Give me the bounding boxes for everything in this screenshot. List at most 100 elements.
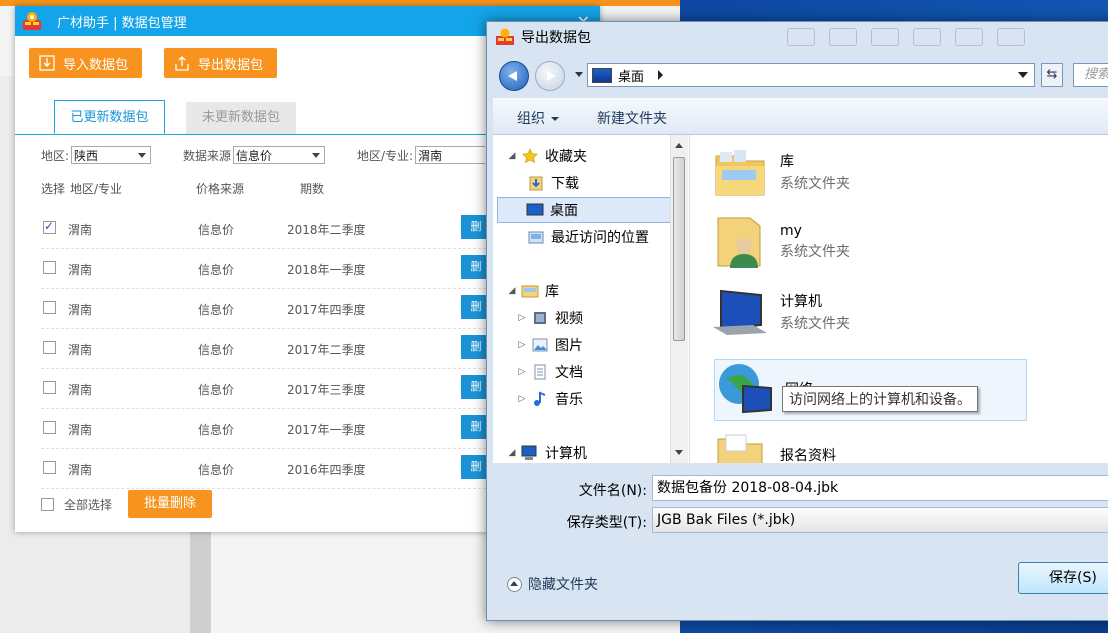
batch-delete-button[interactable]: 批量删除 bbox=[128, 490, 213, 518]
table-row[interactable]: 渭南 信息价 2016年四季度删 bbox=[41, 448, 491, 489]
scroll-thumb[interactable] bbox=[673, 157, 685, 341]
row-area: 渭南 bbox=[68, 263, 93, 277]
nav-videos-label: 视频 bbox=[555, 311, 583, 327]
header-period: 期数 bbox=[300, 182, 325, 196]
row-area: 渭南 bbox=[68, 303, 93, 317]
row-period: 2016年四季度 bbox=[287, 463, 366, 477]
header-source: 价格来源 bbox=[196, 182, 245, 196]
filename-input[interactable]: 数据包备份 2018-08-04.jbk bbox=[652, 475, 1108, 501]
table-row[interactable]: 渭南 信息价 2017年一季度删 bbox=[41, 408, 491, 449]
row-source: 信息价 bbox=[198, 423, 235, 437]
expand-icon[interactable]: ◢ bbox=[507, 448, 517, 458]
row-checkbox[interactable] bbox=[43, 341, 56, 354]
navigation-scrollbar[interactable] bbox=[670, 135, 688, 463]
source-select-value: 信息价 bbox=[236, 149, 273, 163]
table-row[interactable]: 渭南 信息价 2018年一季度删 bbox=[41, 248, 491, 289]
row-source: 信息价 bbox=[198, 463, 235, 477]
row-area: 渭南 bbox=[68, 223, 93, 237]
file-item-library[interactable]: 库 系统文件夹 bbox=[710, 141, 1022, 203]
file-name: 计算机 bbox=[780, 294, 822, 310]
nav-libraries[interactable]: ◢ 库 bbox=[507, 280, 559, 302]
nav-documents[interactable]: ▷ 文档 bbox=[517, 361, 583, 383]
row-checkbox[interactable] bbox=[43, 421, 56, 434]
file-type: 系统文件夹 bbox=[780, 176, 850, 192]
nav-videos[interactable]: ▷ 视频 bbox=[517, 307, 583, 329]
organize-label: 组织 bbox=[517, 111, 545, 127]
document-icon bbox=[531, 364, 549, 380]
import-package-label: 导入数据包 bbox=[63, 57, 129, 73]
row-area: 渭南 bbox=[68, 463, 93, 477]
network-tooltip: 访问网络上的计算机和设备。 bbox=[782, 386, 978, 412]
file-item-computer[interactable]: 计算机 系统文件夹 bbox=[710, 281, 1022, 343]
file-item-text: 计算机 系统文件夹 bbox=[780, 291, 850, 333]
source-select[interactable]: 信息价 bbox=[233, 146, 326, 164]
chevron-down-icon[interactable] bbox=[1018, 72, 1028, 78]
expand-icon[interactable]: ▷ bbox=[517, 313, 527, 323]
nav-recent[interactable]: 最近访问的位置 bbox=[527, 226, 649, 248]
file-item-user[interactable]: my 系统文件夹 bbox=[710, 211, 1022, 273]
command-bar: 组织 新建文件夹 bbox=[493, 98, 1108, 135]
refresh-button[interactable]: ⇆ bbox=[1041, 63, 1063, 87]
downloads-icon bbox=[527, 175, 545, 191]
forward-button[interactable] bbox=[535, 61, 565, 91]
row-period: 2017年二季度 bbox=[287, 343, 366, 357]
organize-button[interactable]: 组织 bbox=[517, 108, 559, 128]
nav-pictures[interactable]: ▷ 图片 bbox=[517, 334, 583, 356]
library-icon bbox=[521, 283, 539, 299]
save-button[interactable]: 保存(S) bbox=[1018, 562, 1108, 594]
tab-updated-packages[interactable]: 已更新数据包 bbox=[54, 100, 165, 134]
nav-favorites-label: 收藏夹 bbox=[545, 149, 587, 165]
filetype-select[interactable]: JGB Bak Files (*.jbk) bbox=[652, 507, 1108, 533]
table-row[interactable]: 渭南 信息价 2017年二季度删 bbox=[41, 328, 491, 369]
address-bar[interactable]: 桌面 bbox=[587, 63, 1035, 87]
new-folder-button[interactable]: 新建文件夹 bbox=[597, 108, 667, 128]
row-checkbox[interactable] bbox=[43, 461, 56, 474]
chevron-down-icon bbox=[138, 153, 147, 158]
expand-icon[interactable]: ◢ bbox=[507, 286, 517, 296]
header-area: 地区/专业 bbox=[70, 182, 123, 196]
expand-icon[interactable]: ▷ bbox=[517, 394, 527, 404]
recent-pages-dropdown[interactable] bbox=[575, 72, 583, 77]
nav-downloads[interactable]: 下载 bbox=[527, 172, 579, 194]
import-package-button[interactable]: 导入数据包 bbox=[29, 48, 143, 78]
export-package-button[interactable]: 导出数据包 bbox=[164, 48, 278, 78]
region-select[interactable]: 陕西 bbox=[71, 146, 152, 164]
expand-icon[interactable]: ▷ bbox=[517, 340, 527, 350]
export-package-label: 导出数据包 bbox=[198, 57, 264, 73]
chevron-down-icon bbox=[551, 117, 559, 121]
table-row[interactable]: 渭南 信息价 2017年三季度删 bbox=[41, 368, 491, 409]
library-folder-icon bbox=[710, 144, 770, 200]
row-checkbox[interactable] bbox=[43, 381, 56, 394]
scroll-down-icon[interactable] bbox=[675, 450, 683, 455]
table-row[interactable]: 渭南信息价2018年二季度删 bbox=[41, 208, 491, 249]
area-select[interactable]: 渭南 bbox=[415, 146, 486, 164]
table-row[interactable]: 渭南 信息价 2017年四季度删 bbox=[41, 288, 491, 329]
hide-folders-toggle[interactable]: 隐藏文件夹 bbox=[507, 574, 598, 594]
row-checkbox[interactable] bbox=[43, 301, 56, 314]
row-checkbox[interactable] bbox=[43, 219, 56, 234]
row-checkbox[interactable] bbox=[43, 261, 56, 274]
back-button[interactable] bbox=[499, 61, 529, 91]
expand-icon[interactable]: ▷ bbox=[517, 367, 527, 377]
nav-computer[interactable]: ◢ 计算机 bbox=[507, 442, 587, 463]
region-select-value: 陕西 bbox=[74, 149, 99, 163]
select-all-checkbox[interactable] bbox=[41, 497, 54, 511]
area-select-value: 渭南 bbox=[418, 149, 443, 163]
file-list: 库 系统文件夹 my 系统文件夹 计算机 系统文件夹 网络 bbox=[690, 135, 1108, 463]
chevron-right-icon[interactable] bbox=[658, 70, 664, 80]
nav-documents-label: 文档 bbox=[555, 365, 583, 381]
row-period: 2017年一季度 bbox=[287, 423, 366, 437]
file-item-folder[interactable]: 报名资料 bbox=[710, 425, 1022, 463]
address-row: 桌面 ⇆ 搜索 bbox=[495, 60, 1108, 92]
row-source: 信息价 bbox=[198, 263, 235, 277]
nav-music[interactable]: ▷ 音乐 bbox=[517, 388, 583, 410]
expand-icon[interactable]: ◢ bbox=[507, 151, 517, 161]
search-input[interactable]: 搜索 bbox=[1073, 63, 1108, 87]
nav-favorites[interactable]: ◢ 收藏夹 bbox=[507, 145, 587, 167]
region-filter: 地区: 陕西 bbox=[41, 146, 152, 164]
nav-desktop[interactable]: 桌面 bbox=[497, 197, 671, 223]
area-label: 地区/专业: bbox=[357, 148, 414, 163]
scroll-up-icon[interactable] bbox=[675, 143, 683, 148]
file-type: 系统文件夹 bbox=[780, 316, 850, 332]
tab-not-updated-packages[interactable]: 未更新数据包 bbox=[186, 102, 296, 134]
